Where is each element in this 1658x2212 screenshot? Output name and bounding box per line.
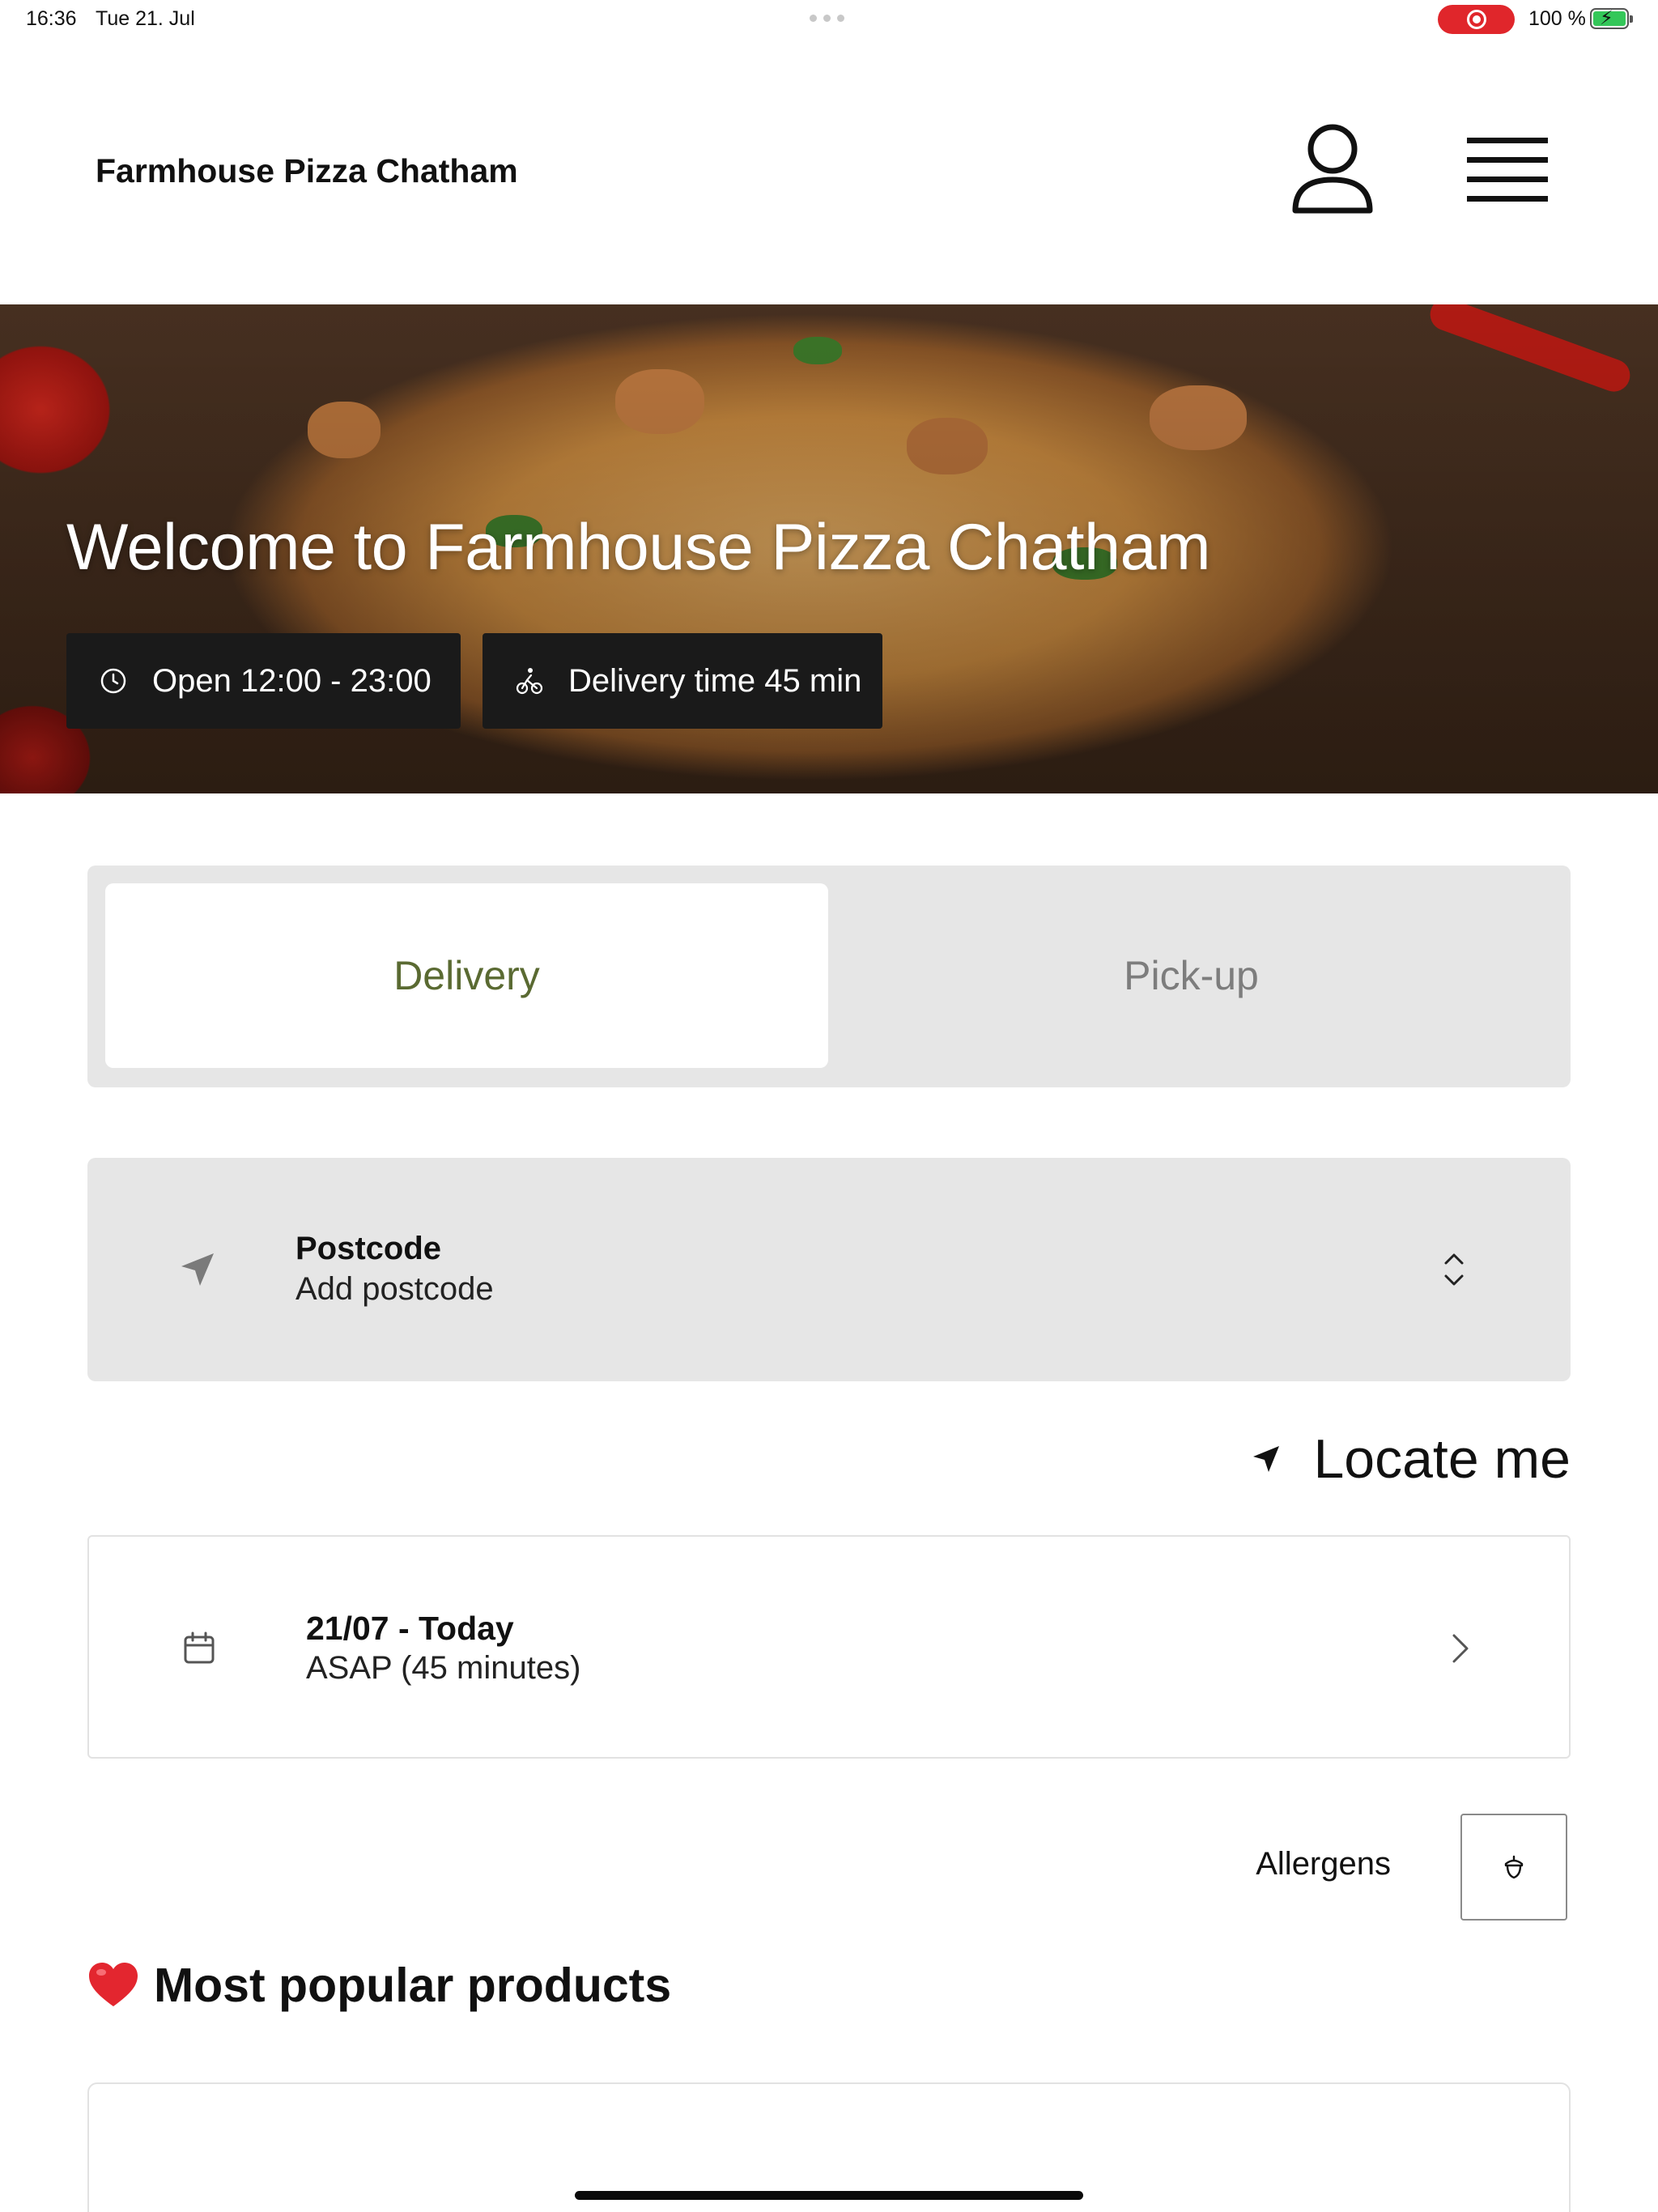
postcode-selector[interactable]: Postcode Add postcode <box>87 1158 1571 1381</box>
delivery-time-text: Delivery time 45 min <box>568 662 862 699</box>
delivery-time-badge: Delivery time 45 min <box>483 633 882 729</box>
clock-icon <box>100 668 126 694</box>
calendar-icon <box>184 1631 215 1664</box>
menu-icon <box>1467 138 1548 202</box>
screen-recording-icon[interactable] <box>1438 5 1515 34</box>
allergens-label: Allergens <box>1256 1846 1391 1882</box>
battery-percentage: 100 % <box>1528 7 1586 30</box>
status-bar: 16:36 Tue 21. Jul 100 % ⚡ <box>0 0 1658 39</box>
heart-icon <box>89 1963 138 2006</box>
order-mode-toggle: Delivery Pick-up <box>87 866 1571 1087</box>
schedule-date: 21/07 - Today <box>306 1610 514 1647</box>
allergens-button[interactable] <box>1460 1814 1567 1921</box>
delivery-time-selector[interactable]: 21/07 - Today ASAP (45 minutes) <box>87 1535 1571 1759</box>
acorn-icon <box>1504 1855 1524 1879</box>
tab-pickup[interactable]: Pick-up <box>830 883 1553 1068</box>
account-button[interactable] <box>1287 120 1378 217</box>
menu-button[interactable] <box>1464 128 1553 209</box>
postcode-value: Add postcode <box>295 1271 494 1307</box>
opening-hours-text: Open 12:00 - 23:00 <box>152 662 432 699</box>
bicycle-courier-icon <box>516 668 543 695</box>
charging-bolt-icon: ⚡ <box>1600 7 1613 29</box>
popular-products-title: Most popular products <box>154 1959 672 2012</box>
multitasking-dots-icon[interactable] <box>810 15 844 22</box>
hero-banner: Welcome to Farmhouse Pizza Chatham Open … <box>0 304 1658 793</box>
location-arrow-icon <box>181 1253 214 1286</box>
schedule-time: ASAP (45 minutes) <box>306 1650 581 1686</box>
home-indicator[interactable] <box>575 2191 1083 2200</box>
opening-hours-badge: Open 12:00 - 23:00 <box>66 633 461 729</box>
chevron-up-down-icon <box>1444 1253 1464 1286</box>
postcode-label: Postcode <box>295 1231 442 1266</box>
hero-title: Welcome to Farmhouse Pizza Chatham <box>66 511 1211 584</box>
popular-products-heading: Most popular products <box>87 1953 671 2018</box>
user-icon <box>1292 124 1373 214</box>
status-date: Tue 21. Jul <box>96 7 195 30</box>
tab-delivery[interactable]: Delivery <box>105 883 828 1068</box>
page: 16:36 Tue 21. Jul 100 % ⚡ Farmhouse Pizz… <box>0 0 1658 2212</box>
locate-me-label: Locate me <box>1313 1428 1571 1490</box>
chevron-right-icon <box>1452 1634 1469 1663</box>
brand-title[interactable]: Farmhouse Pizza Chatham <box>96 152 518 190</box>
location-arrow-icon <box>1253 1446 1280 1472</box>
app-header: Farmhouse Pizza Chatham <box>0 39 1658 304</box>
status-time: 16:36 <box>26 7 77 30</box>
locate-me-button[interactable]: Locate me <box>1239 1427 1571 1491</box>
